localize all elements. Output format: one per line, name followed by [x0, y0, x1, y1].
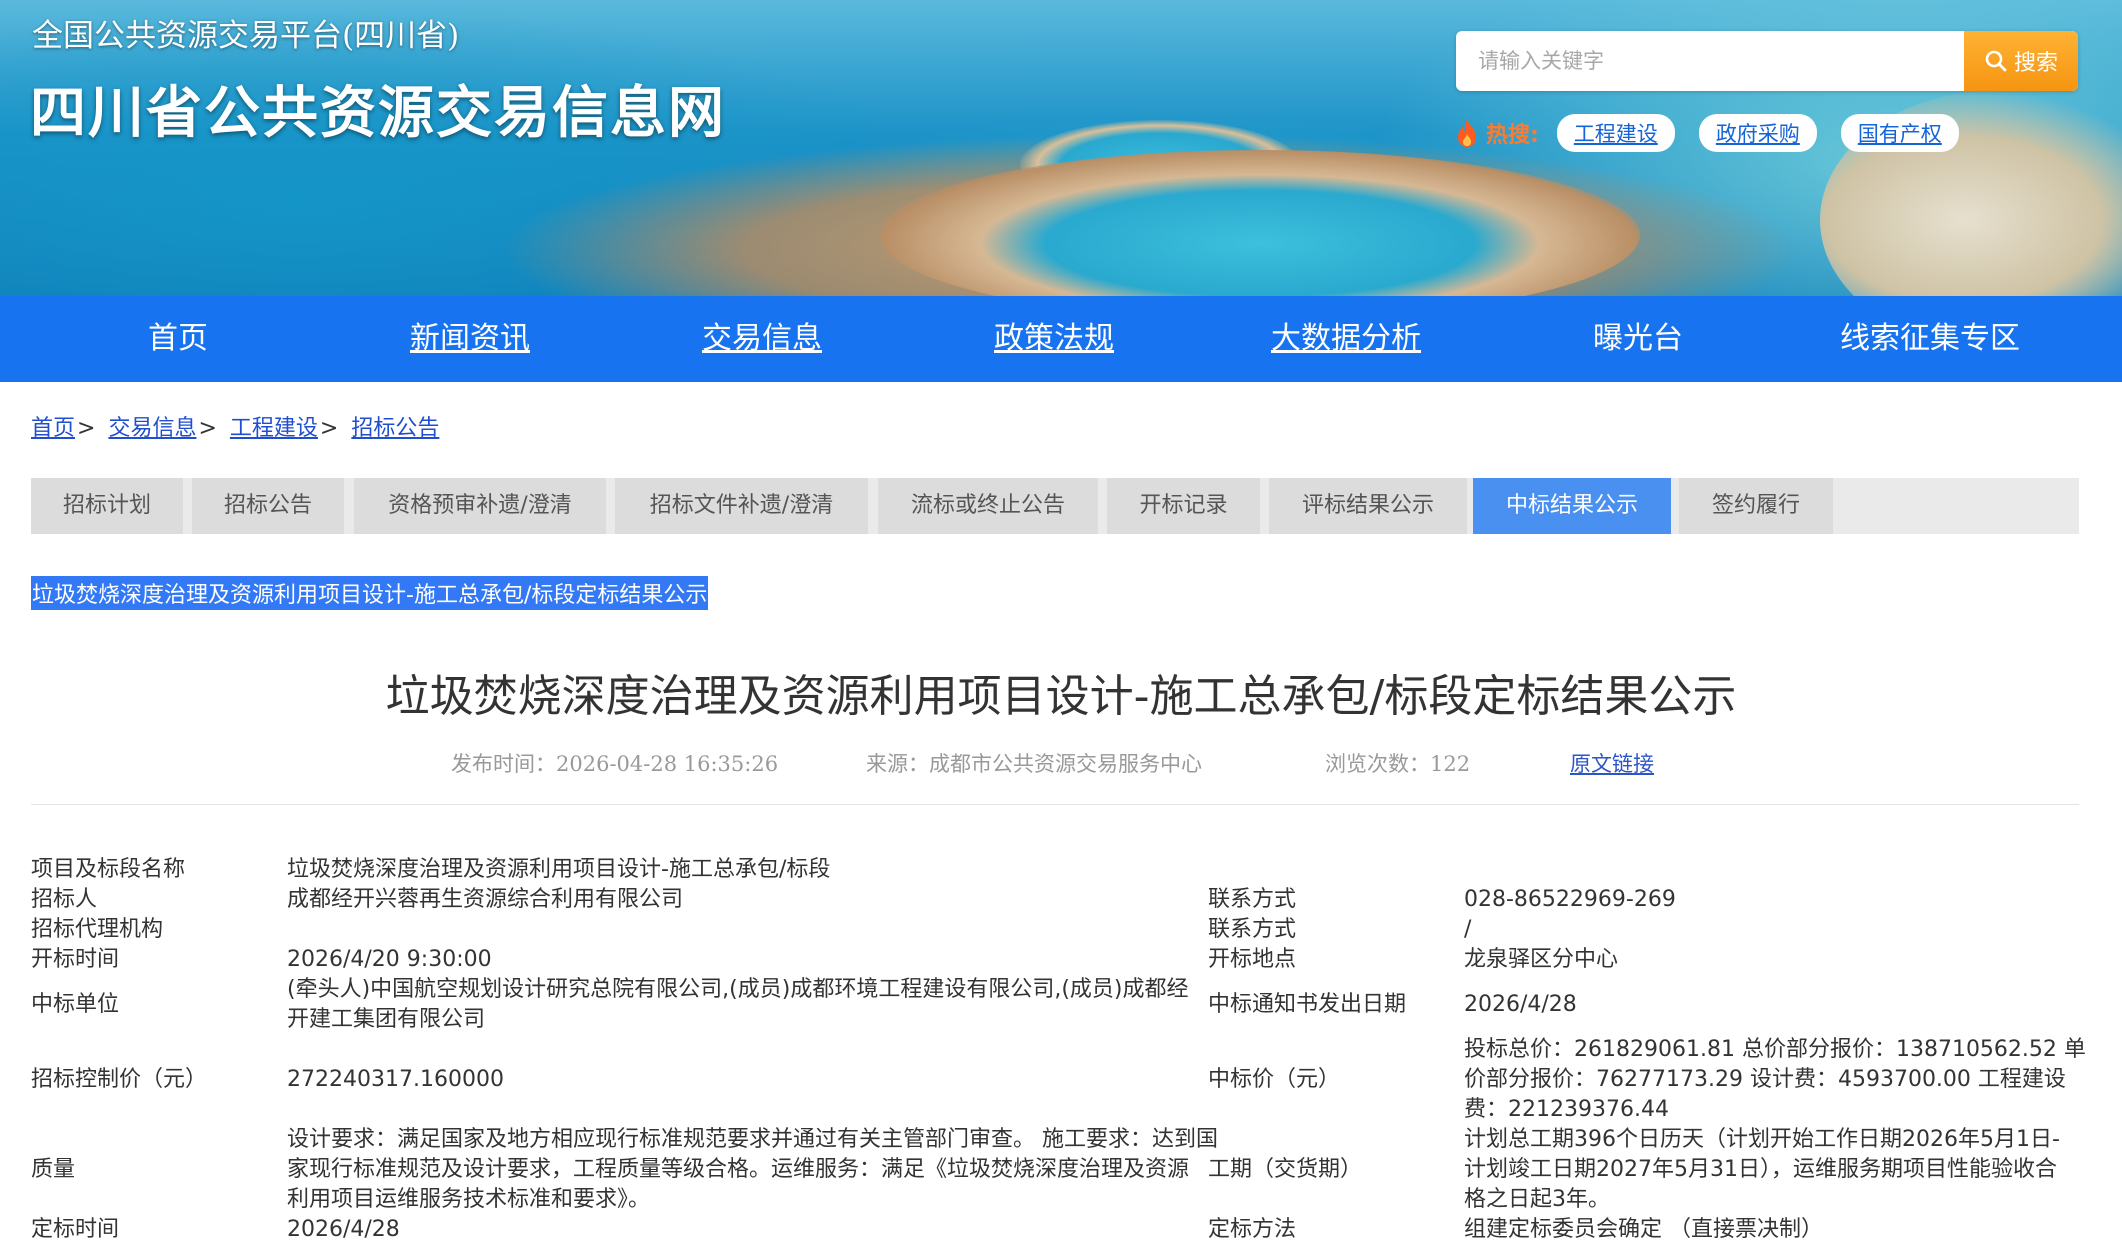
project-name-value: 垃圾焚烧深度治理及资源利用项目设计-施工总承包/标段 — [287, 857, 831, 882]
main-nav: 首页 新闻资讯 交易信息 政策法规 大数据分析 曝光台 线索征集专区 — [0, 296, 2122, 382]
bid-price-line3: 费：221239376.44 — [1464, 1097, 1669, 1122]
bid-price-line2: 价部分报价：76277173.29 设计费：4593700.00 工程建设 — [1464, 1067, 2066, 1092]
agency-label: 招标代理机构 — [31, 917, 164, 942]
site-title[interactable]: 四川省公共资源交易信息网 — [30, 68, 726, 149]
tab-doc-supplement[interactable]: 招标文件补遗/澄清 — [615, 478, 868, 534]
search-button[interactable]: 搜索 — [1964, 31, 2078, 91]
nav-big-data[interactable]: 大数据分析 — [1200, 296, 1492, 382]
hot-search-label: 热搜: — [1486, 123, 1539, 148]
tab-bid-opening[interactable]: 开标记录 — [1107, 478, 1260, 534]
breadcrumb-tender-notice[interactable]: 招标公告 — [351, 416, 439, 441]
winner-value-line2: 开建工集团有限公司 — [287, 1007, 486, 1032]
hot-tag-state-assets[interactable]: 国有产权 — [1840, 114, 1959, 152]
winner-label: 中标单位 — [31, 992, 120, 1017]
search-input[interactable] — [1456, 31, 2008, 91]
award-time-label: 定标时间 — [31, 1217, 120, 1242]
tab-tender-plan[interactable]: 招标计划 — [31, 478, 183, 534]
breadcrumb: 首页> 交易信息> 工程建设> 招标公告 — [31, 410, 439, 442]
tab-evaluation-result[interactable]: 评标结果公示 — [1269, 478, 1467, 534]
breadcrumb-engineering[interactable]: 工程建设 — [230, 416, 318, 441]
publish-time: 发布时间：2026-04-28 16:35:26 — [451, 752, 779, 776]
nav-clue-collection[interactable]: 线索征集专区 — [1784, 296, 2076, 382]
original-link[interactable]: 原文链接 — [1570, 748, 1654, 778]
quality-line3: 利用项目运维服务技术标准和要求》。 — [287, 1187, 651, 1212]
agency-contact-value: / — [1464, 917, 1472, 942]
award-method-label: 定标方法 — [1208, 1217, 1297, 1242]
quality-label: 质量 — [31, 1157, 76, 1182]
banner-decoration — [880, 150, 1640, 296]
notice-date-label: 中标通知书发出日期 — [1208, 992, 1407, 1017]
award-method-value: 组建定标委员会确定 （直接票决制） — [1464, 1217, 1823, 1242]
duration-label: 工期（交货期） — [1208, 1157, 1363, 1182]
tab-tender-notice[interactable]: 招标公告 — [192, 478, 344, 534]
nav-home[interactable]: 首页 — [32, 296, 324, 382]
search-button-label: 搜索 — [2013, 51, 2058, 76]
breadcrumb-home[interactable]: 首页 — [31, 416, 75, 441]
control-price-value: 272240317.160000 — [287, 1067, 504, 1092]
article-title: 垃圾焚烧深度治理及资源利用项目设计-施工总承包/标段定标结果公示 — [385, 671, 1737, 722]
open-place-label: 开标地点 — [1208, 947, 1297, 972]
award-time-value: 2026/4/28 — [287, 1217, 400, 1242]
nav-policy[interactable]: 政策法规 — [908, 296, 1200, 382]
breadcrumb-separator: > — [319, 416, 339, 441]
hot-tag-procurement[interactable]: 政府采购 — [1698, 114, 1817, 152]
project-name-label: 项目及标段名称 — [31, 857, 186, 882]
category-tabs: 招标计划 招标公告 资格预审补遗/澄清 招标文件补遗/澄清 流标或终止公告 开标… — [31, 478, 2079, 534]
view-count: 浏览次数：122 — [1325, 752, 1471, 776]
search-box: 搜索 — [1456, 31, 2078, 91]
divider — [31, 804, 2079, 805]
breadcrumb-separator: > — [198, 416, 217, 441]
fire-icon — [1458, 119, 1476, 147]
tab-prequal-supplement[interactable]: 资格预审补遗/澄清 — [354, 478, 606, 534]
search-icon — [1985, 50, 2007, 72]
hot-tag-engineering[interactable]: 工程建设 — [1556, 114, 1675, 152]
platform-name: 全国公共资源交易平台(四川省) — [32, 18, 460, 54]
open-place-value: 龙泉驿区分中心 — [1464, 947, 1619, 972]
winner-value-line1: (牵头人)中国航空规划设计研究总院有限公司,(成员)成都环境工程建设有限公司,(… — [287, 977, 1189, 1002]
duration-line2: 计划竣工日期2027年5月31日），运维服务期项目性能验收合 — [1464, 1157, 2057, 1182]
open-time-label: 开标时间 — [31, 947, 120, 972]
notice-date-value: 2026/4/28 — [1464, 992, 1577, 1017]
duration-line3: 格之日起3年。 — [1464, 1187, 1610, 1212]
control-price-label: 招标控制价（元） — [31, 1067, 208, 1092]
quality-line1: 设计要求：满足国家及地方相应现行标准规范要求并通过有关主管部门审查。 施工要求：… — [287, 1127, 1218, 1152]
tenderer-value: 成都经开兴蓉再生资源综合利用有限公司 — [287, 887, 684, 912]
tenderer-label: 招标人 — [31, 887, 98, 912]
tab-failed-notice[interactable]: 流标或终止公告 — [878, 478, 1098, 534]
contact-value: 028-86522969-269 — [1464, 887, 1676, 912]
breadcrumb-separator: > — [77, 416, 96, 441]
tab-contract-performance[interactable]: 签约履行 — [1679, 478, 1833, 534]
tab-award-result[interactable]: 中标结果公示 — [1473, 478, 1671, 534]
duration-line1: 计划总工期396个日历天（计划开始工作日期2026年5月1日- — [1464, 1127, 2060, 1152]
breadcrumb-trade-info[interactable]: 交易信息 — [108, 416, 196, 441]
header-banner: 全国公共资源交易平台(四川省) 四川省公共资源交易信息网 搜索 热搜: 工程建设… — [0, 0, 2122, 296]
article-source: 来源：成都市公共资源交易服务中心 — [866, 752, 1202, 776]
agency-contact-label: 联系方式 — [1208, 917, 1297, 942]
bid-price-label: 中标价（元） — [1208, 1067, 1341, 1092]
open-time-value: 2026/4/20 9:30:00 — [287, 947, 492, 972]
quality-line2: 家现行标准规范及设计要求，工程质量等级合格。运维服务：满足《垃圾焚烧深度治理及资… — [287, 1157, 1190, 1182]
bid-price-line1: 投标总价：261829061.81 总价部分报价：138710562.52 单 — [1464, 1037, 2086, 1062]
nav-exposure[interactable]: 曝光台 — [1492, 296, 1784, 382]
nav-trade-info[interactable]: 交易信息 — [616, 296, 908, 382]
nav-news[interactable]: 新闻资讯 — [324, 296, 616, 382]
selected-item-title[interactable]: 垃圾焚烧深度治理及资源利用项目设计-施工总承包/标段定标结果公示 — [31, 576, 709, 610]
contact-label: 联系方式 — [1208, 887, 1297, 912]
hot-search: 热搜: 工程建设 政府采购 国有产权 — [1454, 114, 1983, 152]
